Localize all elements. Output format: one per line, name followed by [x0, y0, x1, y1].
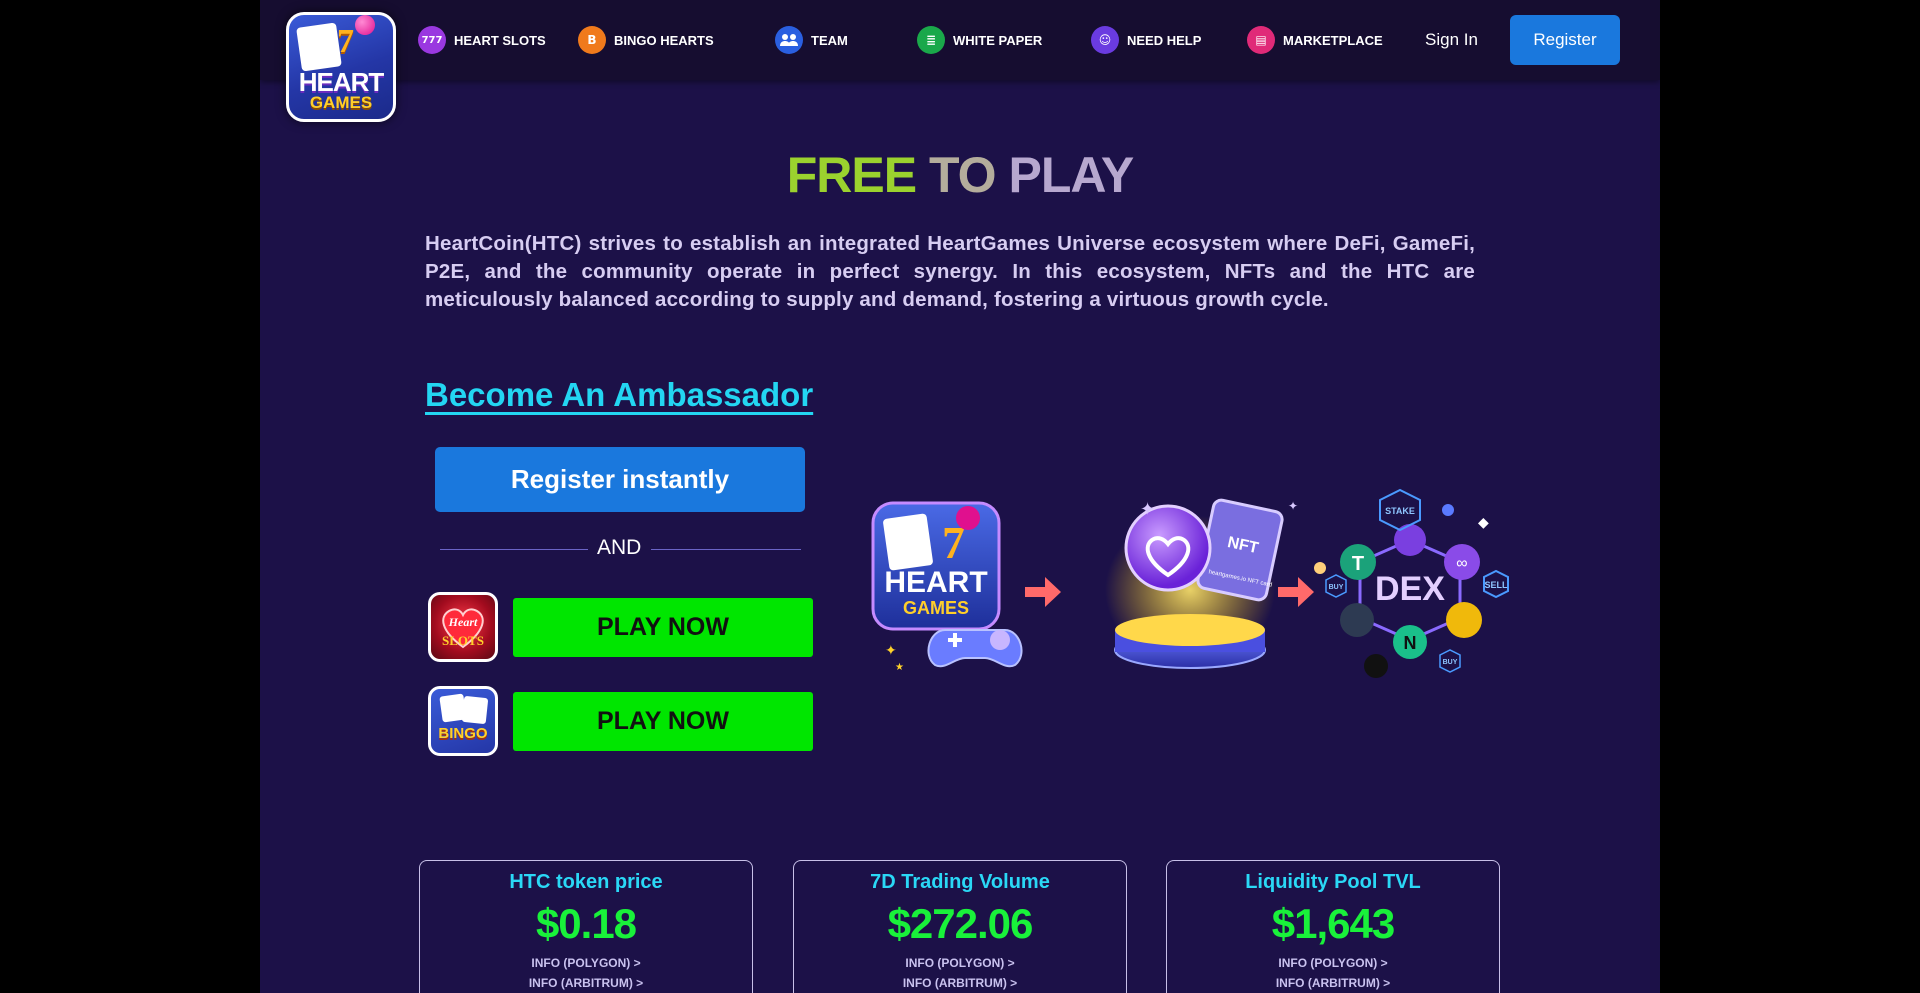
dex-network-icon: DEX T ∞ N STAKE SELL BUY BUY ◆ [1314, 488, 1509, 678]
dex-label: DEX [1375, 570, 1445, 608]
title-word-to: TO [929, 147, 997, 203]
sign-in-link[interactable]: Sign In [1425, 30, 1478, 50]
page-title: FREE TO PLAY [260, 146, 1660, 204]
svg-text:N: N [1404, 633, 1417, 653]
buy-label: BUY [1329, 584, 1344, 591]
become-ambassador-link[interactable]: Become An Ambassador [425, 376, 813, 414]
svg-text:✦: ✦ [885, 642, 897, 658]
logo-text-games: GAMES [309, 93, 373, 112]
bitcoin-icon: B [578, 26, 606, 54]
heartgames-logo[interactable]: 7 HEART GAMES [286, 12, 396, 122]
team-icon [775, 26, 803, 54]
bingo-icon-text: BINGO [438, 725, 488, 742]
svg-text:✦: ✦ [1288, 499, 1298, 513]
arrow-right-icon [1025, 577, 1061, 607]
nav-marketplace[interactable]: ▤ MARKETPLACE [1247, 26, 1383, 54]
svg-text:T: T [1352, 553, 1364, 575]
slots-icon-text: SLOTS [442, 633, 484, 648]
sell-label: SELL [1484, 580, 1508, 590]
info-polygon-link[interactable]: INFO (POLYGON) > [794, 956, 1126, 970]
info-arbitrum-link[interactable]: INFO (ARBITRUM) > [420, 976, 752, 990]
title-word-play: PLAY [1008, 147, 1134, 203]
stat-value: $0.18 [535, 900, 637, 947]
nav-team[interactable]: TEAM [775, 26, 848, 54]
heartgames-app-icon: 7 HEART GAMES ✦ ★ [871, 501, 1023, 673]
nav-white-paper[interactable]: ≣ WHITE PAPER [917, 26, 1042, 54]
page: 7 HEART GAMES 777 HEART SLOTS B BINGO HE… [260, 0, 1660, 993]
divider-left [440, 549, 588, 550]
ecosystem-illustration: 7 HEART GAMES ✦ ★ NFT heartgames.io NFT … [871, 488, 1509, 678]
stat-card-liquidity-tvl: Liquidity Pool TVL $1,643 INFO (POLYGON)… [1166, 860, 1500, 993]
play-now-slots-button[interactable]: PLAY NOW [513, 598, 813, 657]
stake-label: STAKE [1385, 506, 1415, 516]
play-now-bingo-button[interactable]: PLAY NOW [513, 692, 813, 751]
and-label: AND [597, 536, 642, 559]
bingo-card-icon [296, 22, 342, 72]
nft-pedestal-icon: NFT heartgames.io NFT card ✦ ✦ [1105, 498, 1298, 669]
solana-icon [1364, 654, 1388, 678]
nav-label: TEAM [811, 32, 848, 48]
title-word-free: FREE [786, 147, 917, 203]
stat-value: $272.06 [887, 900, 1034, 947]
nav-heart-slots[interactable]: 777 HEART SLOTS [418, 26, 546, 54]
register-button[interactable]: Register [1510, 15, 1620, 65]
info-polygon-link[interactable]: INFO (POLYGON) > [1167, 956, 1499, 970]
stat-card-trading-volume: 7D Trading Volume $272.06 INFO (POLYGON)… [793, 860, 1127, 993]
bingo-hearts-icon[interactable]: BINGO [428, 686, 498, 756]
binance-icon [1446, 602, 1482, 638]
illus-logo-heart: HEART [884, 566, 987, 599]
bingo-card-icon [461, 695, 489, 725]
store-icon: ▤ [1247, 26, 1275, 54]
nav-label: NEED HELP [1127, 32, 1202, 48]
nav-need-help[interactable]: ☺ NEED HELP [1091, 26, 1201, 54]
arrow-right-icon [1278, 577, 1314, 607]
svg-text:✦: ✦ [1140, 499, 1155, 519]
divider-right [651, 549, 801, 550]
stat-value: $1,643 [1271, 900, 1395, 947]
buy-label-2: BUY [1443, 659, 1458, 666]
svg-text:★: ★ [895, 662, 904, 673]
heart-slots-icon[interactable]: Heart SLOTS [428, 592, 498, 662]
arbitrum-icon [1340, 603, 1374, 637]
777-icon: 777 [418, 26, 446, 54]
top-navbar: 7 HEART GAMES 777 HEART SLOTS B BINGO HE… [260, 0, 1660, 122]
nav-label: MARKETPLACE [1283, 32, 1383, 48]
ethereum-icon: ◆ [1478, 514, 1489, 530]
support-icon: ☺ [1091, 26, 1119, 54]
nav-label: WHITE PAPER [953, 32, 1043, 48]
lucky-seven-icon: 7 [337, 23, 354, 60]
intro-paragraph: HeartCoin(HTC) strives to establish an i… [425, 232, 1475, 311]
info-arbitrum-link[interactable]: INFO (ARBITRUM) > [794, 976, 1126, 990]
info-polygon-link[interactable]: INFO (POLYGON) > [420, 956, 752, 970]
stat-label: Liquidity Pool TVL [1245, 871, 1421, 893]
svg-text:∞: ∞ [1456, 555, 1467, 572]
nav-label: BINGO HEARTS [614, 32, 714, 48]
stat-label: 7D Trading Volume [870, 871, 1050, 893]
nav-label: HEART SLOTS [454, 32, 546, 48]
stat-card-token-price: HTC token price $0.18 INFO (POLYGON) > I… [419, 860, 753, 993]
info-arbitrum-link[interactable]: INFO (ARBITRUM) > [1167, 976, 1499, 990]
illus-logo-games: GAMES [903, 598, 969, 618]
document-icon: ≣ [917, 26, 945, 54]
nav-bingo-hearts[interactable]: B BINGO HEARTS [578, 26, 714, 54]
stat-label: HTC token price [509, 871, 663, 893]
bingo-ball-icon [355, 15, 375, 35]
register-instantly-button[interactable]: Register instantly [435, 447, 805, 512]
gamepad-icon [927, 629, 1023, 668]
